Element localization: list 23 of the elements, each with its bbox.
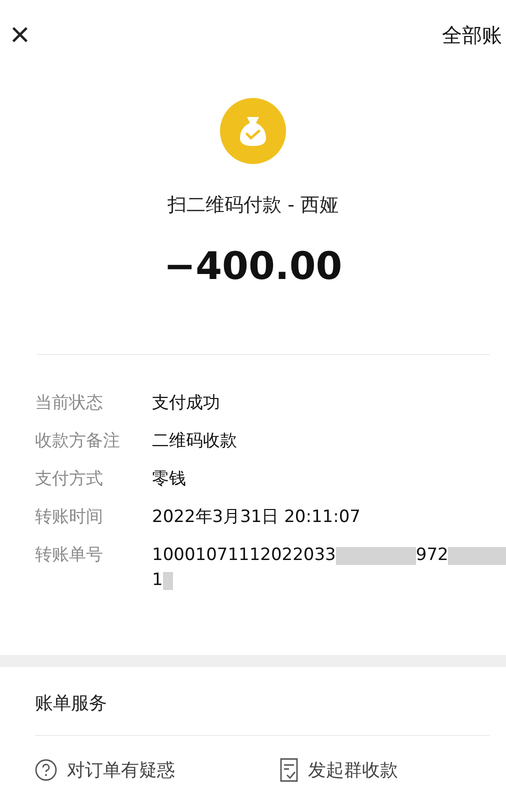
all-bills-link[interactable]: 全部账 (442, 22, 502, 48)
service-link[interactable]: 发起群收款 (280, 758, 490, 782)
help-icon (35, 759, 57, 781)
amount: −400.00 (164, 244, 342, 288)
service-link[interactable]: 对订单有疑惑 (35, 758, 280, 782)
detail-label: 转账时间 (35, 506, 104, 529)
detail-value: 10001071112022033 (152, 544, 336, 567)
detail-label: 支付方式 (35, 468, 104, 491)
detail-label: 当前状态 (35, 392, 104, 415)
detail-value: 零钱 (152, 468, 186, 491)
detail-label: 收款方备注 (35, 430, 121, 453)
payment-title: 扫二维码付款 - 西娅 (168, 193, 338, 218)
section-title: 账单服务 (35, 692, 108, 716)
detail-value: 972 (416, 544, 448, 567)
money-bag-icon (220, 98, 286, 164)
detail-value: 二维码收款 (152, 430, 237, 453)
close-button[interactable]: × (6, 18, 34, 52)
redaction-block (162, 572, 173, 590)
detail-value: 支付成功 (152, 392, 220, 415)
detail-value: 1 (152, 569, 163, 592)
detail-value: 2022年3月31日 20:11:07 (152, 506, 360, 529)
document-icon (280, 758, 298, 782)
detail-label: 转账单号 (35, 544, 104, 567)
